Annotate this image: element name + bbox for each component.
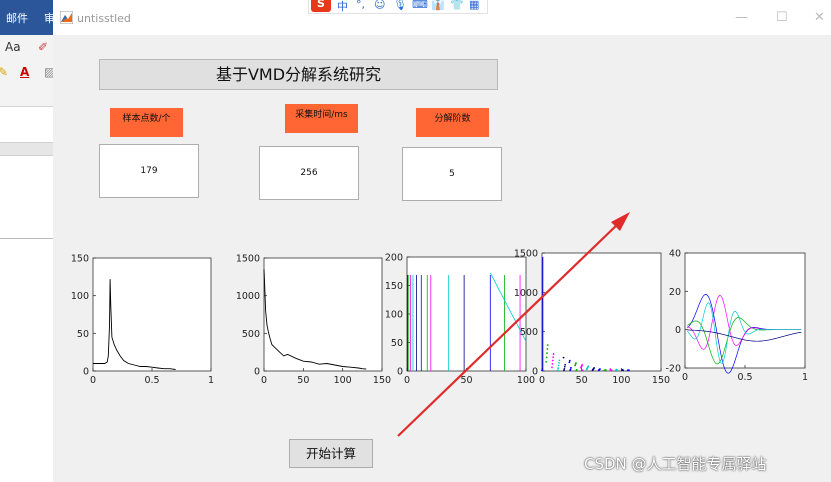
- mode-point: [569, 369, 572, 372]
- mode-point: [603, 369, 606, 372]
- axes-frame: [406, 256, 527, 372]
- y-tick-label: 150: [71, 254, 89, 265]
- mode-point: [564, 363, 567, 366]
- mode-point: [570, 366, 572, 369]
- mode-point: [609, 368, 612, 371]
- mode-point: [552, 356, 555, 359]
- y-tick-label: 0: [675, 325, 681, 336]
- mode-point: [581, 369, 584, 372]
- mode-point: [551, 359, 554, 362]
- x-tick-label: 0.5: [737, 372, 752, 383]
- y-tick-label: 0: [532, 367, 538, 378]
- y-tick-label: 500: [520, 327, 538, 338]
- y-tick-label: 20: [669, 287, 681, 298]
- axes-4: 0 50 100 150050010001500: [514, 249, 670, 387]
- y-tick-label: 1000: [514, 288, 538, 299]
- x-tick-label: 0: [682, 372, 688, 383]
- mode-point: [568, 359, 571, 362]
- mode-point: [545, 360, 548, 363]
- mode-point: [562, 356, 565, 359]
- x-tick-label: 1: [208, 375, 214, 386]
- axes-3: 0 50 1000 50 100 150 200: [385, 253, 535, 387]
- y-tick-label: -20: [665, 364, 681, 375]
- x-tick-label: 50: [297, 375, 309, 386]
- mode-point: [620, 369, 623, 372]
- mode-point: [556, 369, 559, 372]
- mode-point: [546, 352, 548, 355]
- axes-frame: [684, 252, 806, 369]
- mode-point: [551, 366, 553, 369]
- axes-2: 0 50 100 150050010001500: [236, 254, 391, 387]
- y-tick-label: 1500: [514, 249, 538, 260]
- x-tick-label: 0: [539, 375, 545, 386]
- mode-point: [591, 369, 594, 372]
- mode-point: [558, 359, 561, 362]
- y-tick-label: 40: [669, 249, 681, 260]
- plot-area: 0 0.5 10501001500 50 100 1500500100015000 50 10…: [71, 249, 808, 387]
- mode-point: [615, 368, 617, 371]
- x-tick-label: 100: [612, 375, 630, 386]
- mode-point: [541, 369, 543, 372]
- x-tick-label: 150: [373, 375, 391, 386]
- y-tick-label: 150: [385, 281, 403, 292]
- y-tick-label: 50: [391, 338, 403, 349]
- x-tick-label: 150: [652, 375, 670, 386]
- mode-point: [575, 369, 578, 372]
- mode-point: [551, 362, 554, 365]
- mode-point: [626, 369, 629, 372]
- y-tick-label: 100: [385, 310, 403, 321]
- mode-point: [558, 362, 560, 364]
- y-tick-label: 0: [397, 367, 403, 378]
- axes-frame: [541, 252, 662, 372]
- mode-point: [597, 369, 600, 372]
- y-tick-label: 0: [254, 367, 260, 378]
- axes-5: 0 0.5 1-2002040: [665, 249, 808, 384]
- mode-point: [557, 367, 560, 370]
- start-compute-button[interactable]: 开始计算: [289, 439, 373, 468]
- x-tick-label: 0: [261, 375, 267, 386]
- y-tick-label: 50: [77, 329, 89, 340]
- x-tick-label: 0.5: [144, 375, 159, 386]
- axes-1: 0 0.5 1 0 50 100 150: [71, 254, 214, 387]
- mode-point: [552, 353, 555, 355]
- csdn-watermark: CSDN @人工智能专属驿站: [584, 455, 767, 473]
- x-tick-label: 0: [90, 375, 96, 386]
- y-tick-label: 1500: [236, 254, 260, 265]
- mode-point: [546, 348, 549, 350]
- mode-point: [568, 361, 571, 364]
- x-tick-label: 100: [334, 375, 352, 386]
- mode-point: [563, 369, 565, 372]
- y-tick-label: 0: [83, 367, 89, 378]
- x-tick-label: 50: [576, 375, 588, 386]
- mode-point: [545, 356, 548, 359]
- mode-point: [563, 365, 566, 368]
- x-tick-label: 50: [460, 375, 472, 386]
- mode-point: [580, 366, 582, 369]
- mode-point: [557, 364, 560, 367]
- mode-point: [574, 364, 577, 367]
- mode-point: [546, 344, 549, 346]
- y-tick-label: 1000: [236, 291, 260, 302]
- x-tick-label: 1: [802, 372, 808, 383]
- screen: 邮件 审 Aa ✐ ✎ A ▨ untisstled — ☐ ✕ S 中 °, …: [0, 0, 831, 482]
- y-tick-label: 100: [71, 291, 89, 302]
- y-tick-label: 200: [385, 253, 403, 264]
- mode-point: [585, 368, 588, 371]
- x-tick-label: 0: [404, 375, 410, 386]
- y-tick-label: 500: [242, 329, 260, 340]
